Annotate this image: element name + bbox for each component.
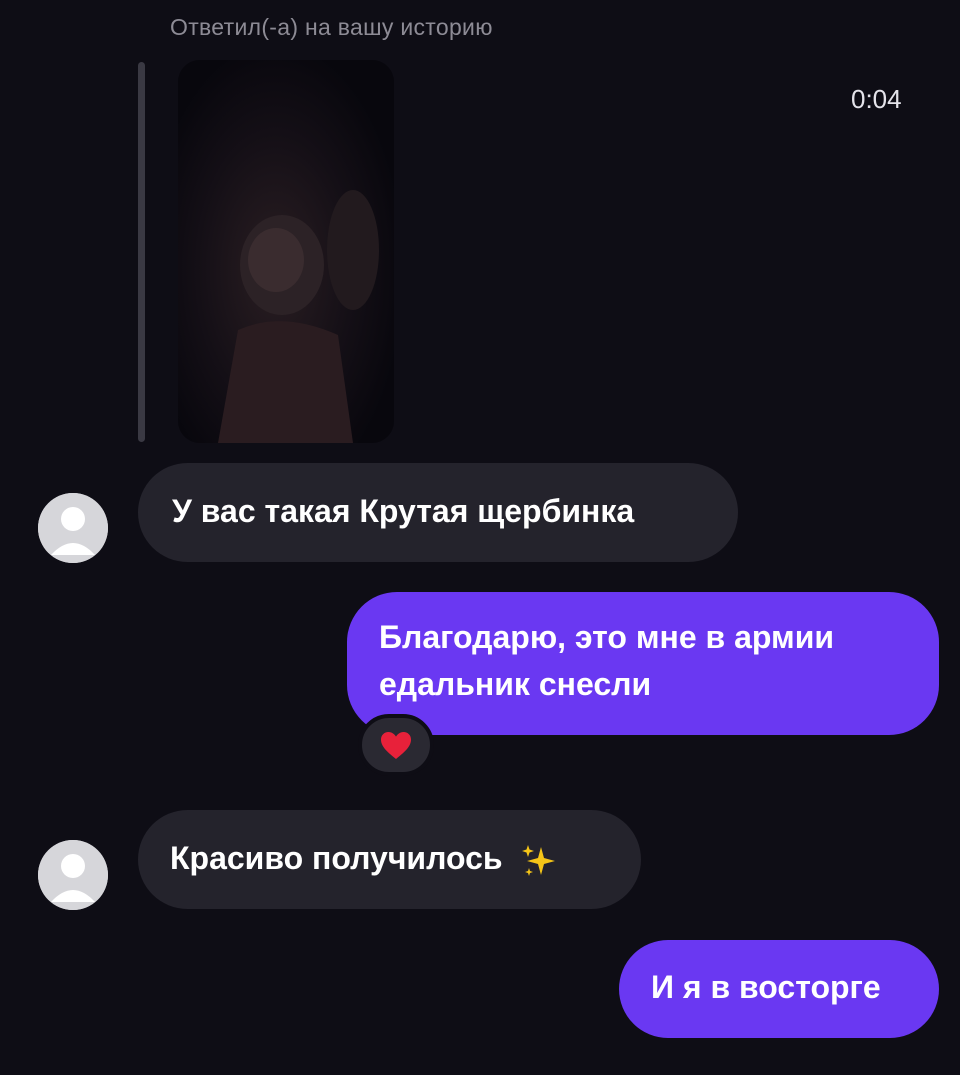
message-text-line: едальник снесли [379, 666, 652, 702]
message-text-line: Благодарю, это мне в армии [379, 619, 835, 655]
user-placeholder-icon [38, 493, 108, 563]
story-thumbnail[interactable] [178, 60, 394, 443]
message-bubble-outgoing[interactable]: И я в восторге [619, 940, 939, 1038]
message-text: И я в восторге [651, 969, 881, 1005]
user-placeholder-icon [38, 840, 108, 910]
story-reply-caption: Ответил(-а) на вашу историю [170, 14, 493, 40]
message-bubble-outgoing[interactable]: Благодарю, это мне в армии едальник снес… [347, 592, 939, 735]
message-bubble-incoming[interactable]: У вас такая Крутая щербинка [138, 463, 738, 562]
avatar[interactable] [38, 493, 108, 563]
chat-screen: Ответил(-а) на вашу историю 0:04 У вас т… [0, 0, 960, 1075]
message-bubble-incoming[interactable]: Красиво получилось [138, 810, 641, 909]
heart-icon [381, 731, 411, 759]
sparkles-icon [522, 844, 556, 876]
message-text: Красиво получилось [170, 840, 503, 876]
message-text: У вас такая Крутая щербинка [172, 493, 635, 529]
story-reply-bar [138, 62, 145, 442]
avatar[interactable] [38, 840, 108, 910]
story-duration: 0:04 [851, 84, 902, 114]
story-preview-image [178, 60, 394, 443]
message-reaction[interactable] [358, 714, 434, 776]
